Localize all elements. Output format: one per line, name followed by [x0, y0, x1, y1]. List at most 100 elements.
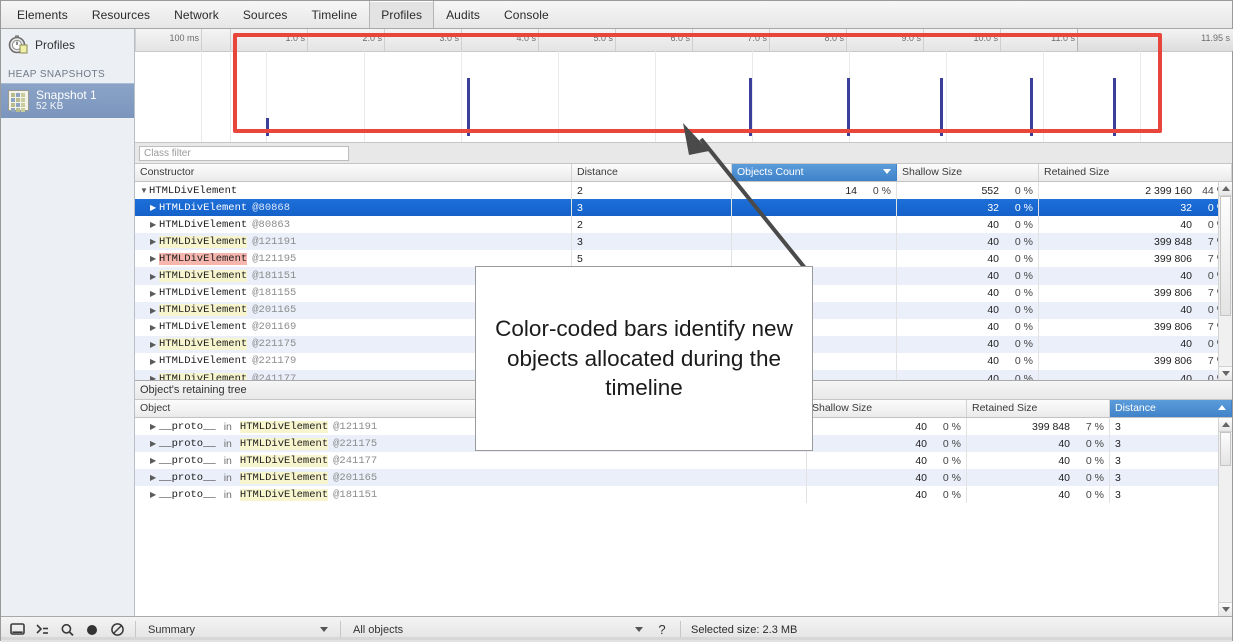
object-id: @121195 [252, 253, 296, 265]
col-label: Shallow Size [812, 402, 872, 414]
cell-objects-count [732, 250, 897, 267]
disclosure-collapsed-icon[interactable]: ▶ [150, 456, 159, 465]
disclosure-collapsed-icon[interactable]: ▶ [150, 422, 159, 431]
col-objects-count[interactable]: Objects Count [732, 164, 897, 181]
cell-shallow-size: 400 % [897, 370, 1039, 380]
table-row[interactable]: ▶HTMLDivElement@808683320 %320 % [135, 199, 1232, 216]
col-label: Distance [577, 166, 618, 178]
view-mode-label: Summary [148, 624, 195, 636]
col-retained-size[interactable]: Retained Size [1039, 164, 1232, 181]
cell-shallow-size: 400 % [897, 216, 1039, 233]
cell-rt-distance: 3 [1110, 435, 1232, 452]
table-row[interactable]: ▼HTMLDivElement2140 %5520 %2 399 16044 % [135, 182, 1232, 199]
col-distance[interactable]: Distance [572, 164, 732, 181]
overview-plot[interactable] [135, 51, 1232, 142]
table-row[interactable]: ▶HTMLDivElement@1211913400 %399 8487 % [135, 233, 1232, 250]
cell-shallow-size: 400 % [897, 302, 1039, 319]
constructors-scrollbar[interactable] [1218, 182, 1232, 380]
disclosure-collapsed-icon[interactable]: ▶ [150, 439, 159, 448]
disclosure-expanded-icon[interactable]: ▼ [140, 186, 149, 195]
constructor-name: HTMLDivElement [159, 321, 247, 333]
cell-distance: 5 [572, 250, 732, 267]
cell-retained-size: 400 % [1039, 336, 1232, 353]
table-row[interactable]: ▶__proto__inHTMLDivElement@241177400 %40… [135, 452, 1232, 469]
scroll-down-button[interactable] [1219, 366, 1232, 380]
disclosure-collapsed-icon[interactable]: ▶ [150, 473, 159, 482]
cell-object: ▶__proto__inHTMLDivElement@201165 [135, 469, 807, 486]
disclosure-collapsed-icon[interactable]: ▶ [150, 490, 159, 499]
disclosure-collapsed-icon[interactable]: ▶ [150, 340, 159, 349]
disclosure-collapsed-icon[interactable]: ▶ [150, 254, 159, 263]
disclosure-collapsed-icon[interactable]: ▶ [150, 306, 159, 315]
disclosure-collapsed-icon[interactable]: ▶ [150, 203, 159, 212]
table-row[interactable]: ▶__proto__inHTMLDivElement@201165400 %40… [135, 469, 1232, 486]
table-row[interactable]: ▶HTMLDivElement@1211955400 %399 8067 % [135, 250, 1232, 267]
scroll-up-button[interactable] [1219, 182, 1232, 196]
allocation-bar [940, 78, 943, 136]
table-row[interactable]: ▶HTMLDivElement@808632400 %400 % [135, 216, 1232, 233]
sidebar-header-label: Profiles [35, 38, 75, 52]
tab-label: Sources [243, 8, 288, 22]
cell-shallow-size: 400 % [897, 319, 1039, 336]
constructor-name: HTMLDivElement [240, 489, 328, 501]
cell-rt-retained-size: 400 % [967, 452, 1110, 469]
in-keyword: in [224, 438, 232, 450]
tab-console[interactable]: Console [492, 1, 561, 28]
tab-network[interactable]: Network [162, 1, 231, 28]
disclosure-collapsed-icon[interactable]: ▶ [150, 289, 159, 298]
heap-timeline-overview[interactable]: 100 ms 1.0 s 2.0 s 3.0 s 4.0 s 5.0 s 6.0… [135, 29, 1232, 143]
cell-objects-count [732, 216, 897, 233]
col-rt-distance[interactable]: Distance [1110, 400, 1232, 417]
class-filter-row: Class filter [135, 143, 1232, 164]
ruler-tick-label: 4.0 s [516, 33, 536, 43]
ruler-tick-gap [201, 29, 231, 51]
table-row[interactable]: ▶__proto__inHTMLDivElement@181151400 %40… [135, 486, 1232, 503]
disclosure-collapsed-icon[interactable]: ▶ [150, 220, 159, 229]
cell-object: ▶__proto__inHTMLDivElement@241177 [135, 452, 807, 469]
cell-objects-count: 140 % [732, 182, 897, 199]
ruler-tick-end: 11.95 s [1077, 29, 1233, 51]
tab-elements[interactable]: Elements [5, 1, 80, 28]
col-label: Shallow Size [902, 166, 962, 178]
disclosure-collapsed-icon[interactable]: ▶ [150, 357, 159, 366]
retaining-tree-scrollbar[interactable] [1218, 418, 1232, 616]
heap-snapshots-label: HEAP SNAPSHOTS [1, 61, 134, 83]
cell-rt-shallow-size: 400 % [807, 469, 967, 486]
tab-sources[interactable]: Sources [231, 1, 300, 28]
disclosure-collapsed-icon[interactable]: ▶ [150, 237, 159, 246]
sidebar-header: Profiles [1, 29, 134, 61]
scroll-thumb[interactable] [1220, 196, 1231, 316]
allocation-bar [1030, 78, 1033, 136]
cell-objects-count [732, 199, 897, 216]
disclosure-collapsed-icon[interactable]: ▶ [150, 323, 159, 332]
object-id: @181155 [252, 287, 296, 299]
col-constructor[interactable]: Constructor [135, 164, 572, 181]
constructor-name: HTMLDivElement [159, 253, 247, 265]
col-shallow-size[interactable]: Shallow Size [897, 164, 1039, 181]
tab-profiles[interactable]: Profiles [369, 1, 434, 28]
ruler-tick-10: 10.0 s [923, 29, 1001, 51]
col-rt-retained-size[interactable]: Retained Size [967, 400, 1110, 417]
scroll-up-button[interactable] [1219, 418, 1232, 432]
sidebar-item-snapshot-1[interactable]: Snapshot 1 52 KB [1, 83, 134, 118]
tab-timeline[interactable]: Timeline [300, 1, 370, 28]
object-id: @221175 [333, 438, 377, 450]
status-divider [135, 621, 136, 638]
cell-object: ▶__proto__inHTMLDivElement@181151 [135, 486, 807, 503]
tab-label: Network [174, 8, 219, 22]
annotation-callout: Color-coded bars identify new objects al… [475, 266, 813, 451]
scroll-down-button[interactable] [1219, 602, 1232, 616]
col-rt-shallow-size[interactable]: Shallow Size [807, 400, 967, 417]
tab-audits[interactable]: Audits [434, 1, 492, 28]
scroll-thumb[interactable] [1220, 432, 1231, 466]
ruler-tick-5: 5.0 s [538, 29, 616, 51]
disclosure-collapsed-icon[interactable]: ▶ [150, 374, 159, 380]
cell-retained-size: 399 8067 % [1039, 319, 1232, 336]
constructor-name: HTMLDivElement [240, 421, 328, 433]
devtools-window: Elements Resources Network Sources Timel… [0, 0, 1233, 641]
cell-shallow-size: 400 % [897, 267, 1039, 284]
tab-resources[interactable]: Resources [80, 1, 162, 28]
class-filter-input[interactable]: Class filter [139, 146, 349, 161]
disclosure-collapsed-icon[interactable]: ▶ [150, 272, 159, 281]
ruler-tick-1: 1.0 s [230, 29, 308, 51]
